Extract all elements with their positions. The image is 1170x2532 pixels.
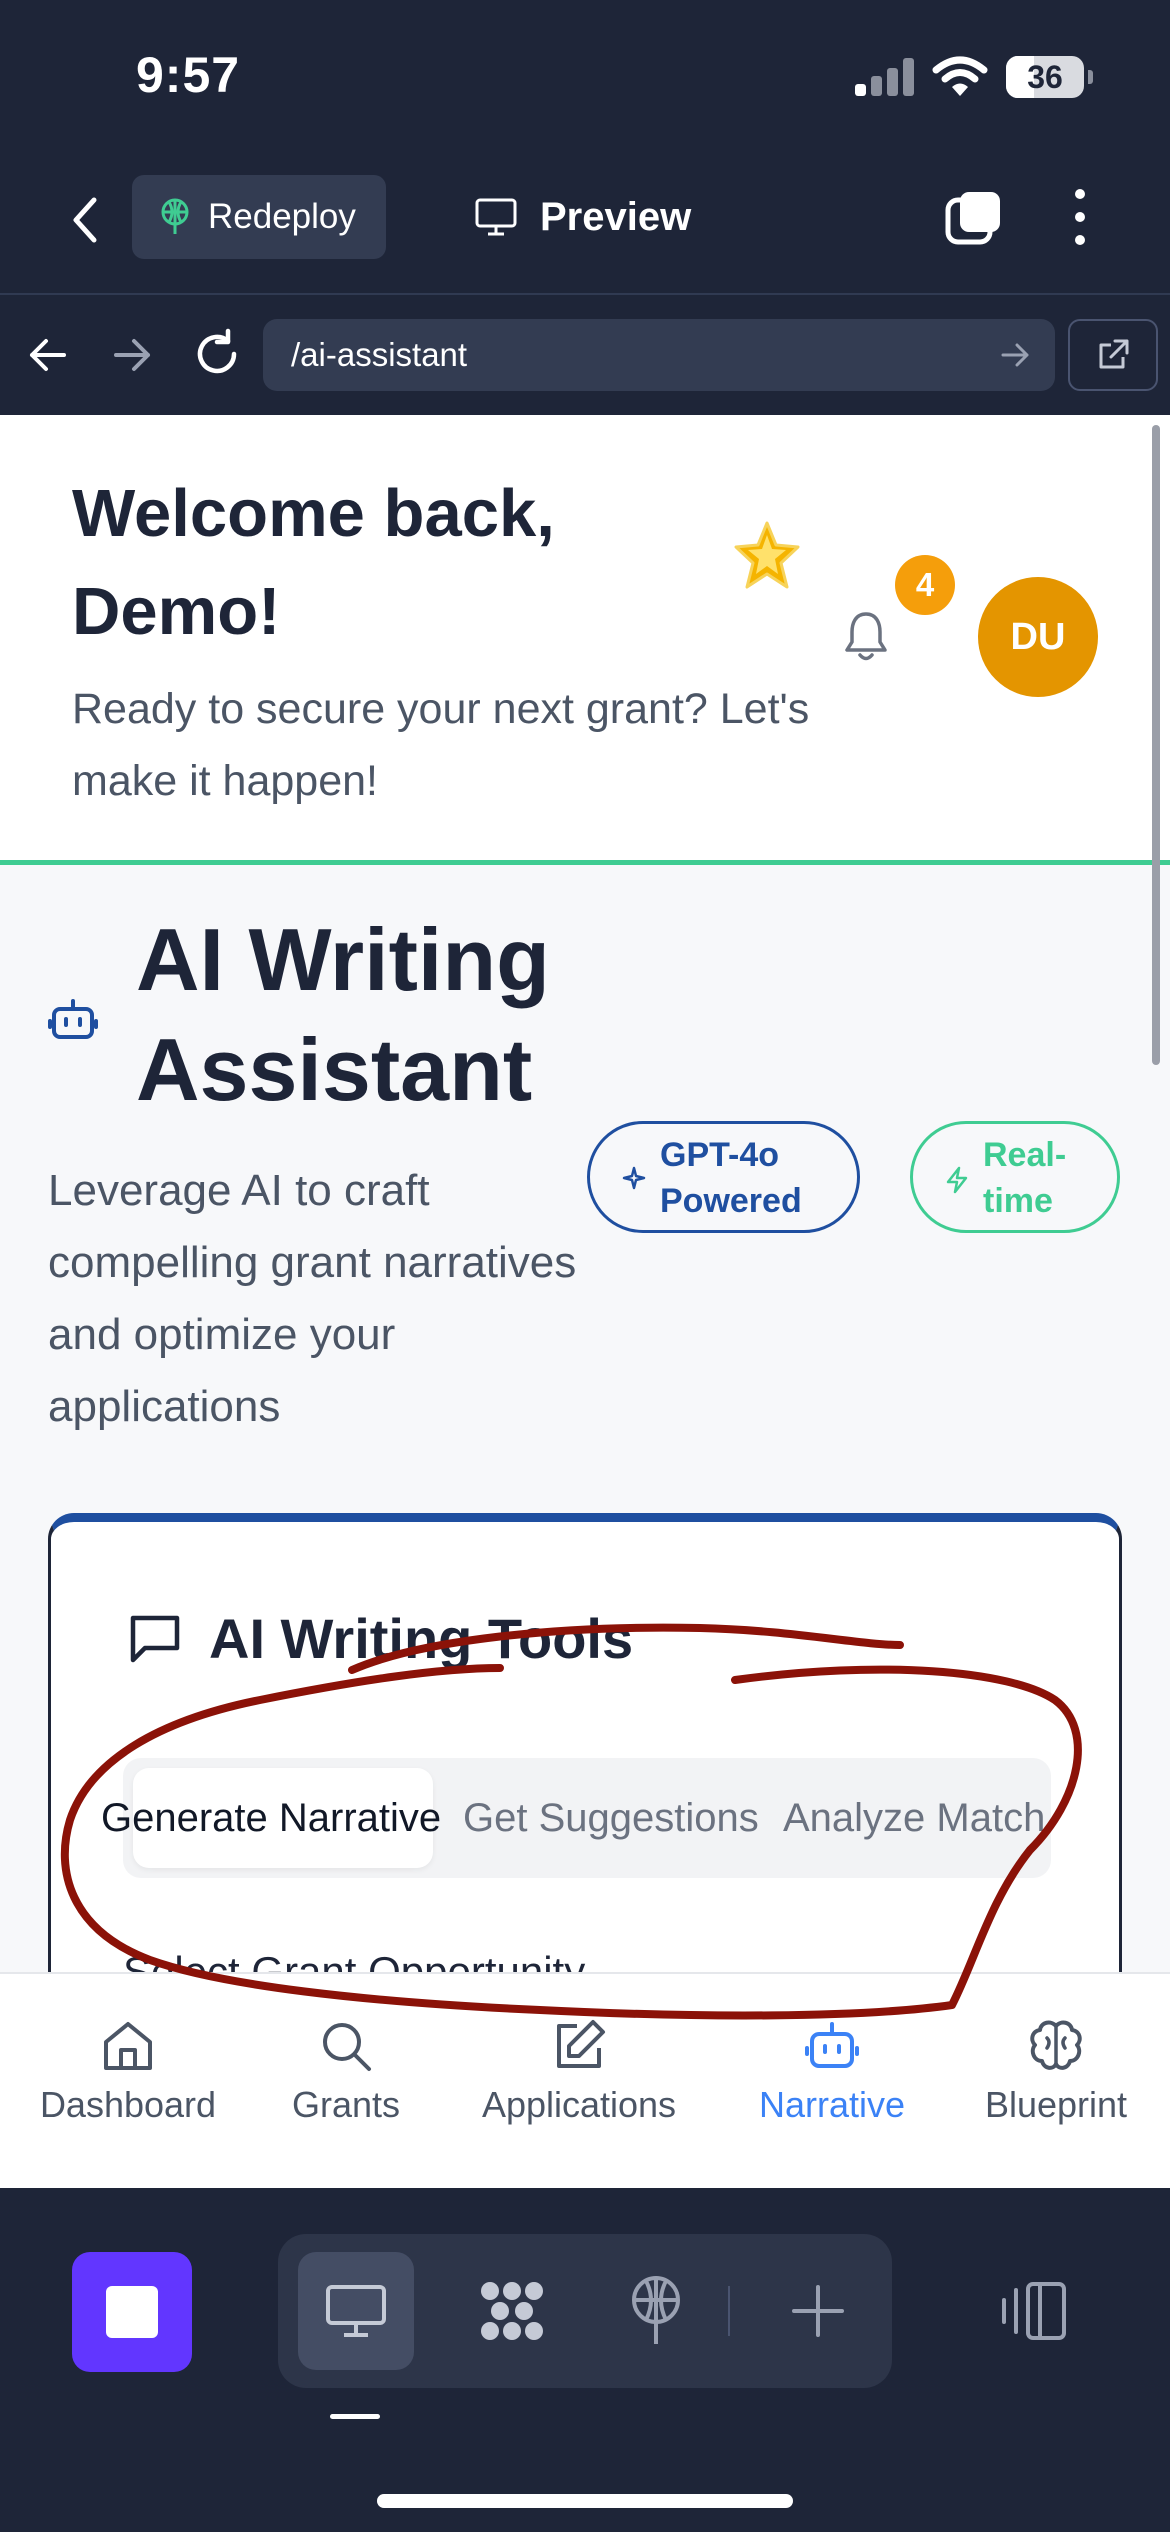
search-icon — [323, 2023, 371, 2071]
monitor-icon — [326, 2285, 386, 2337]
avatar[interactable]: DU — [978, 577, 1098, 697]
preview-label: Preview — [540, 194, 692, 239]
bell-icon[interactable] — [843, 610, 889, 662]
gpt-badge: GPT-4o Powered — [587, 1121, 860, 1233]
welcome-title: Welcome back, Demo! — [72, 476, 555, 649]
bottom-nav: Dashboard Grants Applications Narrative … — [0, 1972, 1170, 2188]
add-button[interactable] — [768, 2252, 868, 2370]
mode-switcher — [278, 2234, 892, 2388]
url-bar: /ai-assistant — [0, 297, 1170, 415]
redeploy-label: Redeploy — [208, 197, 356, 236]
url-text: /ai-assistant — [291, 336, 468, 373]
welcome-subtitle: Ready to secure your next grant? Let's m… — [72, 685, 810, 805]
nav-item-narrative[interactable]: Narrative — [732, 1974, 932, 2190]
realtime-badge-label: Real-time — [983, 1136, 1067, 1220]
chat-bubble-icon — [130, 1615, 180, 1663]
back-chevron-icon[interactable] — [60, 190, 110, 250]
redeploy-icon — [161, 198, 189, 234]
page-description: Leverage AI to craft compelling grant na… — [48, 1166, 577, 1431]
lightning-icon — [946, 1166, 968, 1194]
preview-button[interactable]: Preview — [474, 175, 691, 259]
tab-get-suggestions[interactable]: Get Suggestions — [463, 1758, 759, 1878]
monitor-icon — [475, 198, 517, 236]
apps-mode-button[interactable] — [454, 2252, 570, 2370]
battery-nub — [1088, 70, 1093, 84]
robot-icon — [48, 999, 98, 1039]
realtime-badge: Real-time — [910, 1121, 1120, 1233]
tab-analyze-match[interactable]: Analyze Match — [783, 1758, 1045, 1878]
more-vertical-icon[interactable] — [1060, 186, 1100, 248]
url-input[interactable]: /ai-assistant — [263, 319, 1055, 391]
wifi-icon — [932, 56, 988, 96]
gpt-badge-label: GPT-4o Powered — [660, 1136, 802, 1220]
tabs-icon[interactable] — [944, 188, 1004, 248]
signal-icon — [855, 58, 915, 96]
divider — [728, 2286, 730, 2336]
apps-icon — [481, 2282, 543, 2340]
nav-label-dashboard: Dashboard — [39, 2084, 217, 2125]
home-indicator[interactable] — [377, 2494, 793, 2508]
robot-icon — [805, 2022, 859, 2068]
tool-tabs: Generate Narrative Get Suggestions Analy… — [101, 1758, 1051, 1878]
page-title: AI Writing Assistant — [136, 910, 550, 1119]
status-bar: 9:57 36 — [0, 0, 1170, 150]
deploy-mode-button[interactable] — [598, 2252, 714, 2370]
reload-icon[interactable] — [190, 327, 244, 381]
stop-icon — [106, 2286, 158, 2338]
star-emoji-icon — [734, 521, 800, 589]
battery-level: 36 — [1027, 59, 1063, 95]
arrow-right-icon[interactable] — [108, 331, 156, 379]
editor-toolbar: Redeploy Preview — [0, 150, 1170, 295]
stop-button[interactable] — [72, 2252, 192, 2372]
page-scrollbar[interactable] — [1152, 425, 1160, 1065]
tab-generate-narrative[interactable]: Generate Narrative — [101, 1758, 441, 1878]
nav-label-grants: Grants — [291, 2084, 401, 2125]
notification-badge: 4 — [895, 555, 955, 615]
tools-title: AI Writing Tools — [209, 1607, 634, 1670]
welcome-header: Welcome back, Demo! Ready to secure your… — [0, 415, 1170, 865]
nav-label-blueprint: Blueprint — [984, 2084, 1128, 2125]
nav-label-applications: Applications — [481, 2084, 677, 2125]
battery-icon: 36 — [1006, 56, 1084, 98]
nav-item-grants[interactable]: Grants — [246, 1974, 446, 2190]
desktop-mode-button[interactable] — [298, 2252, 414, 2370]
page-content: Welcome back, Demo! Ready to secure your… — [0, 415, 1170, 1972]
nav-item-applications[interactable]: Applications — [459, 1974, 699, 2190]
select-grant-label: Select Grant Opportunity — [123, 1948, 586, 1972]
arrow-left-icon[interactable] — [24, 331, 72, 379]
external-link-icon — [1099, 339, 1129, 369]
redeploy-icon — [632, 2276, 680, 2344]
panel-icon[interactable] — [998, 2280, 1068, 2342]
editor-dock — [0, 2188, 1170, 2532]
redeploy-button[interactable]: Redeploy — [132, 175, 386, 259]
ai-writing-tools-card: AI Writing Tools Generate Narrative Get … — [48, 1513, 1122, 1972]
open-external-button[interactable] — [1068, 319, 1158, 391]
nav-label-narrative: Narrative — [758, 2084, 906, 2125]
status-time: 9:57 — [136, 47, 241, 103]
nav-item-dashboard[interactable]: Dashboard — [28, 1974, 228, 2190]
plus-icon — [792, 2285, 844, 2337]
dock-indicator — [330, 2414, 380, 2419]
home-icon — [104, 2022, 152, 2070]
sparkles-icon — [622, 1166, 646, 1190]
nav-item-blueprint[interactable]: Blueprint — [956, 1974, 1156, 2190]
go-arrow-icon[interactable] — [999, 339, 1031, 371]
edit-icon — [557, 2020, 605, 2068]
brain-icon — [1030, 2020, 1082, 2070]
